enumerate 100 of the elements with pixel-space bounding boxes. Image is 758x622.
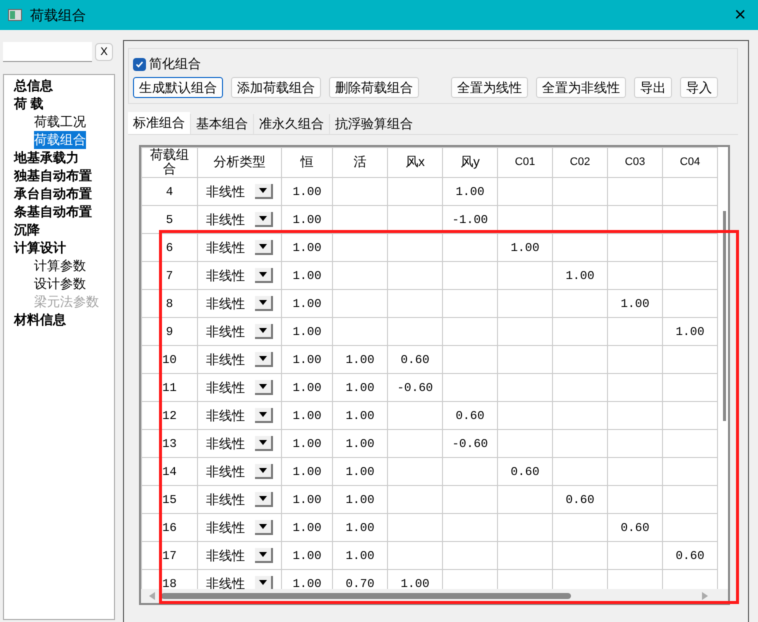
table-cell: 1.00 — [282, 542, 332, 570]
tree-item[interactable]: 材料信息 — [14, 311, 66, 329]
table-cell: 12 — [142, 402, 198, 430]
tree-item[interactable]: 总信息 — [14, 77, 53, 95]
table-cell: 15 — [142, 486, 198, 514]
tree-item[interactable]: 承台自动布置 — [14, 185, 92, 203]
caret-icon — [259, 216, 267, 221]
dropdown-button[interactable] — [255, 436, 273, 451]
tree-item[interactable]: 沉降 — [14, 221, 40, 239]
table-cell: 1.00 — [442, 178, 498, 206]
caret-icon — [259, 496, 267, 501]
check-icon — [135, 60, 144, 68]
table-cell: 0.60 — [442, 402, 498, 430]
table-cell: 1.00 — [282, 206, 332, 234]
table-cell: 8 — [142, 290, 198, 318]
column-header[interactable]: 分析类型 — [198, 148, 281, 176]
dropdown-button[interactable] — [255, 380, 273, 395]
table-cell: 1.00 — [332, 402, 388, 430]
tab[interactable]: 标准组合 — [128, 112, 190, 134]
caret-icon — [259, 244, 267, 249]
tree-item[interactable]: 计算参数 — [34, 257, 86, 275]
table-cell: 1.00 — [332, 542, 388, 570]
horizontal-scrollbar[interactable] — [161, 593, 571, 599]
toolbar-button[interactable]: 全置为非线性 — [536, 77, 626, 98]
table-cell: 6 — [142, 234, 198, 262]
table-cell: 0.60 — [498, 458, 552, 486]
caret-icon — [259, 328, 267, 333]
simplify-checkbox[interactable]: 简化组合 — [133, 55, 201, 73]
dropdown-button[interactable] — [255, 492, 273, 507]
dropdown-button[interactable] — [255, 268, 273, 283]
vertical-scrollbar[interactable] — [723, 211, 726, 421]
toolbar-button[interactable]: 生成默认组合 — [133, 77, 223, 98]
caret-icon — [259, 552, 267, 557]
table-cell: -1.00 — [442, 206, 498, 234]
table-cell: 1.00 — [282, 318, 332, 346]
table-cell: 1.00 — [662, 318, 718, 346]
type-value: 非线性 — [206, 574, 245, 593]
tree-item[interactable]: 条基自动布置 — [14, 203, 92, 221]
column-header[interactable]: C02 — [553, 148, 607, 176]
caret-icon — [259, 384, 267, 389]
column-header[interactable]: C01 — [498, 148, 552, 176]
column-header[interactable]: 活 — [333, 148, 387, 176]
table-cell: 14 — [142, 458, 198, 486]
caret-icon — [259, 580, 267, 585]
toolbar-button[interactable]: 添加荷载组合 — [231, 77, 321, 98]
type-value: 非线性 — [206, 546, 245, 565]
tree-item[interactable]: 荷载组合 — [34, 131, 86, 149]
column-header[interactable]: 风y — [443, 148, 497, 176]
search-field[interactable] — [3, 42, 92, 62]
caret-icon — [259, 440, 267, 445]
column-header[interactable]: C03 — [608, 148, 662, 176]
toolbar-button[interactable]: 全置为线性 — [451, 77, 528, 98]
dropdown-button[interactable] — [255, 520, 273, 535]
table-cell: 1.00 — [282, 486, 332, 514]
type-value: 非线性 — [206, 378, 245, 397]
table-cell: 4 — [142, 178, 198, 206]
column-header[interactable]: 荷载组合 — [142, 148, 197, 176]
tree-item[interactable]: 设计参数 — [34, 275, 86, 293]
toolbar-button[interactable]: 导入 — [680, 77, 718, 98]
dropdown-button[interactable] — [255, 464, 273, 479]
close-button[interactable]: × — [730, 5, 750, 25]
toolbar-button[interactable]: 导出 — [634, 77, 672, 98]
tree-item[interactable]: 独基自动布置 — [14, 167, 92, 185]
caret-icon — [259, 188, 267, 193]
table-cell: 1.00 — [332, 514, 388, 542]
type-value: 非线性 — [206, 462, 245, 481]
type-value: 非线性 — [206, 490, 245, 509]
toolbar-button[interactable]: 删除荷载组合 — [329, 77, 419, 98]
dropdown-button[interactable] — [255, 408, 273, 423]
dropdown-button[interactable] — [255, 296, 273, 311]
tree-item[interactable]: 计算设计 — [14, 239, 66, 257]
table-cell: 0.60 — [388, 346, 442, 374]
caret-icon — [259, 524, 267, 529]
column-header[interactable]: 风x — [388, 148, 442, 176]
type-value: 非线性 — [206, 406, 245, 425]
window-icon — [8, 9, 22, 21]
table-cell: 1.00 — [332, 486, 388, 514]
table-cell: 1.00 — [282, 290, 332, 318]
dropdown-button[interactable] — [255, 324, 273, 339]
dropdown-button[interactable] — [255, 240, 273, 255]
type-value: 非线性 — [206, 322, 245, 341]
column-header[interactable]: 恒 — [282, 148, 332, 176]
table-cell: 1.00 — [282, 262, 332, 290]
tree-item[interactable]: 荷 载 — [14, 95, 44, 113]
table-cell: 17 — [142, 542, 198, 570]
table-cell: 1.00 — [282, 178, 332, 206]
dropdown-button[interactable] — [255, 352, 273, 367]
column-header[interactable]: C04 — [663, 148, 717, 176]
dropdown-button[interactable] — [255, 548, 273, 563]
clear-button[interactable]: X — [95, 43, 113, 61]
caret-icon — [259, 300, 267, 305]
table-cell: 10 — [142, 346, 198, 374]
table-cell: 11 — [142, 374, 198, 402]
dropdown-button[interactable] — [255, 184, 273, 199]
table-cell: 1.00 — [282, 458, 332, 486]
tree-item[interactable]: 地基承载力 — [14, 149, 79, 167]
table-cell: 1.00 — [332, 458, 388, 486]
dropdown-button[interactable] — [255, 212, 273, 227]
table-cell: 16 — [142, 514, 198, 542]
tree-item[interactable]: 荷载工况 — [34, 113, 86, 131]
